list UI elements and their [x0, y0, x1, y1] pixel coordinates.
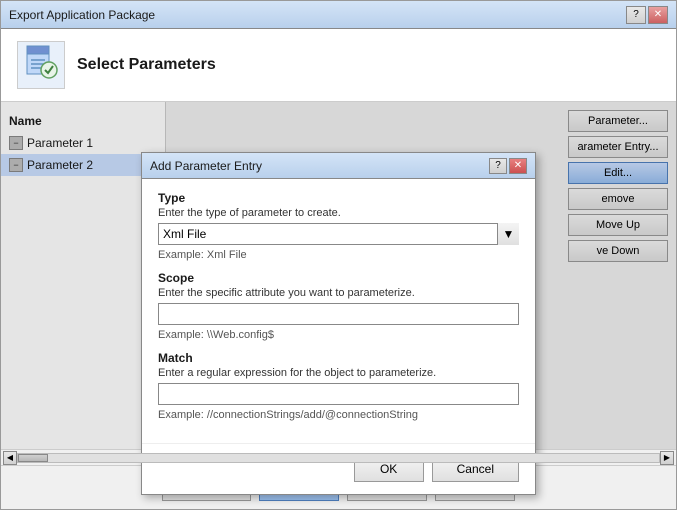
- match-description: Enter a regular expression for the objec…: [158, 367, 519, 379]
- main-window-title: Export Application Package: [9, 8, 155, 22]
- scope-description: Enter the specific attribute you want to…: [158, 287, 519, 299]
- modal-titlebar: Add Parameter Entry ? ✕: [142, 153, 535, 179]
- type-section: Type Enter the type of parameter to crea…: [158, 191, 519, 261]
- main-content: Select Parameters Name − Parameter 1 − P…: [1, 29, 676, 509]
- scrollbar-track: [17, 453, 660, 463]
- modal-footer: OK Cancel: [142, 443, 535, 494]
- main-header: Select Parameters: [1, 29, 676, 102]
- help-button[interactable]: ?: [626, 6, 646, 24]
- scroll-right-button[interactable]: ▶: [660, 451, 674, 465]
- scroll-left-button[interactable]: ◀: [3, 451, 17, 465]
- modal-overlay: Add Parameter Entry ? ✕ Type Enter the t…: [1, 102, 676, 449]
- scrollbar-thumb[interactable]: [18, 454, 48, 462]
- modal-close-button[interactable]: ✕: [509, 158, 527, 174]
- modal-title-buttons: ? ✕: [489, 158, 527, 174]
- section-title: Select Parameters: [77, 56, 216, 74]
- wizard-icon-inner: [23, 44, 59, 87]
- modal-help-button[interactable]: ?: [489, 158, 507, 174]
- scope-section: Scope Enter the specific attribute you w…: [158, 271, 519, 341]
- match-example: Example: //connectionStrings/add/@connec…: [158, 409, 519, 421]
- main-title-buttons: ? ✕: [626, 6, 668, 24]
- modal-body: Type Enter the type of parameter to crea…: [142, 179, 535, 443]
- add-parameter-entry-dialog: Add Parameter Entry ? ✕ Type Enter the t…: [141, 152, 536, 495]
- type-select-wrapper: Xml File String Integer Boolean ▼: [158, 223, 519, 245]
- type-example: Example: Xml File: [158, 249, 519, 261]
- main-titlebar: Export Application Package ? ✕: [1, 1, 676, 29]
- scope-example: Example: \\Web.config$: [158, 329, 519, 341]
- modal-title: Add Parameter Entry: [150, 159, 262, 173]
- type-description: Enter the type of parameter to create.: [158, 207, 519, 219]
- type-label: Type: [158, 191, 519, 205]
- close-button[interactable]: ✕: [648, 6, 668, 24]
- match-section: Match Enter a regular expression for the…: [158, 351, 519, 421]
- wizard-icon: [17, 41, 65, 89]
- match-label: Match: [158, 351, 519, 365]
- type-select[interactable]: Xml File String Integer Boolean: [158, 223, 519, 245]
- main-window: Export Application Package ? ✕: [0, 0, 677, 510]
- match-input[interactable]: [158, 383, 519, 405]
- body-area: Name − Parameter 1 − Parameter 2 Paramet…: [1, 102, 676, 449]
- scope-input[interactable]: [158, 303, 519, 325]
- scope-label: Scope: [158, 271, 519, 285]
